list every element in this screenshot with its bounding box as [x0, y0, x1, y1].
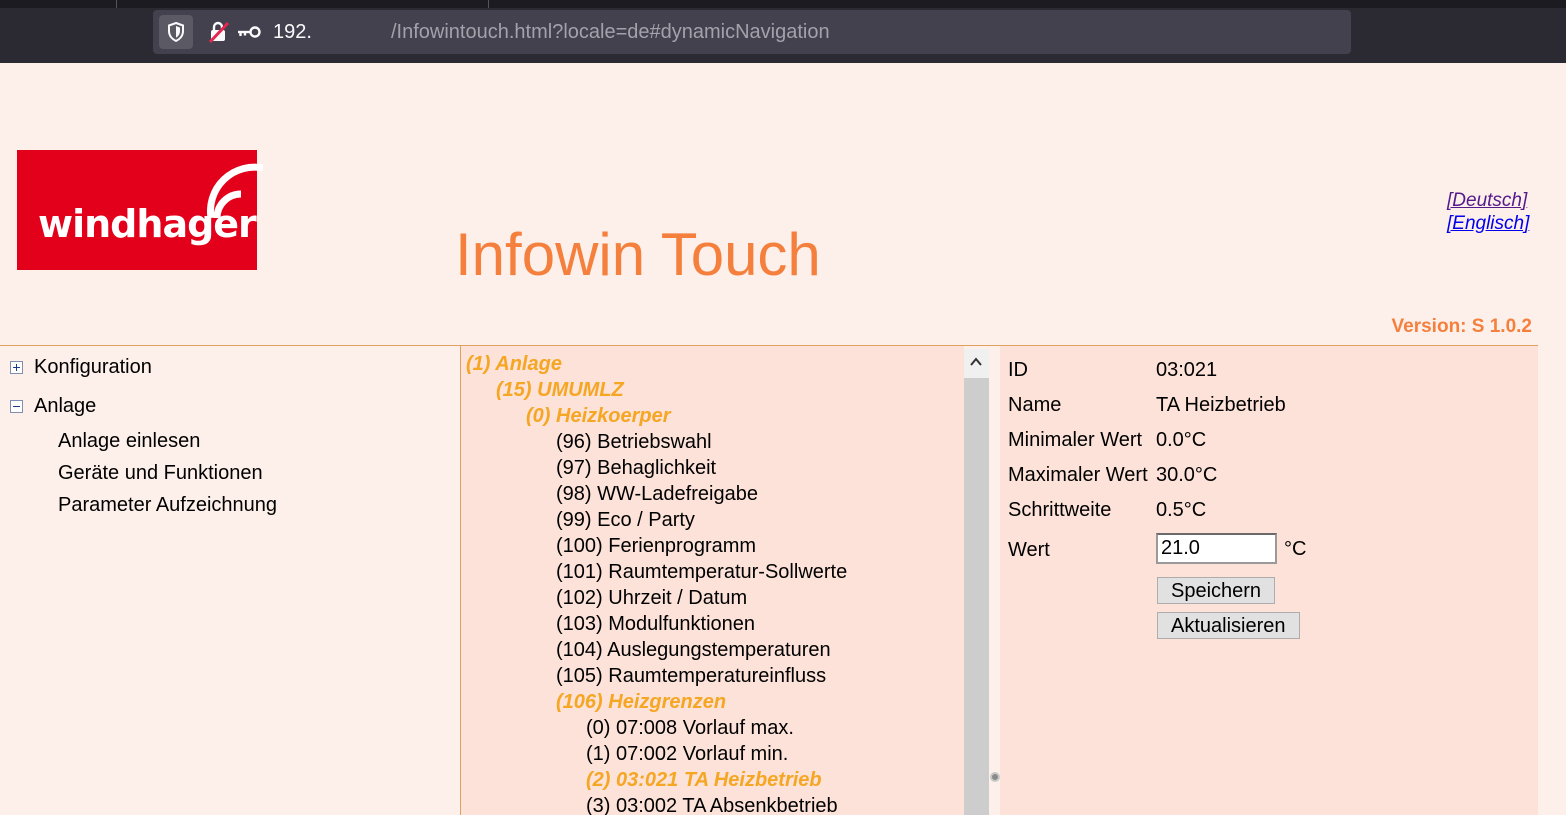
navigation-panel: Konfiguration Anlage Anlage einlesen Ger… — [0, 346, 460, 815]
insecure-lock-icon[interactable] — [208, 21, 230, 43]
max-value: 30.0°C — [1156, 464, 1218, 486]
nav-item-parameter-aufzeichnung[interactable]: Parameter Aufzeichnung — [58, 494, 277, 517]
tree-node[interactable]: (98) WW-Ladefreigabe — [556, 483, 758, 506]
tree-node[interactable]: (104) Auslegungstemperaturen — [556, 639, 831, 662]
tree-node[interactable]: (15) UMUMLZ — [496, 379, 624, 402]
name-label: Name — [1008, 394, 1062, 416]
tree-node[interactable]: (3) 03:002 TA Absenkbetrieb — [586, 795, 838, 815]
url-path[interactable]: /Infowintouch.html?locale=de#dynamicNavi… — [391, 21, 830, 44]
language-link-deutsch[interactable]: [Deutsch] — [1447, 190, 1527, 212]
wert-label: Wert — [1008, 539, 1050, 561]
nav-item-anlage-einlesen[interactable]: Anlage einlesen — [58, 430, 200, 453]
logo-arcs-icon — [207, 163, 263, 219]
app-title: Infowin Touch — [455, 221, 821, 288]
browser-toolbar: 192. /Infowintouch.html?locale=de#dynami… — [0, 0, 1566, 63]
id-label: ID — [1008, 359, 1028, 381]
tree-node[interactable]: (106) Heizgrenzen — [556, 691, 726, 714]
parameter-detail-panel: ID 03:021 Name TA Heizbetrieb Minimaler … — [1000, 346, 1538, 815]
scroll-up-icon[interactable] — [969, 355, 983, 369]
key-icon[interactable] — [237, 23, 261, 41]
url-host[interactable]: 192. — [273, 21, 312, 44]
panel-resize-handle[interactable] — [990, 772, 1000, 782]
tree-node[interactable]: (97) Behaglichkeit — [556, 457, 716, 480]
nav-item-label: Anlage — [34, 395, 97, 417]
tree-node[interactable]: (1) 07:002 Vorlauf min. — [586, 743, 788, 766]
name-value: TA Heizbetrieb — [1156, 394, 1286, 416]
tree-node[interactable]: (102) Uhrzeit / Datum — [556, 587, 747, 610]
min-value: 0.0°C — [1156, 429, 1207, 451]
tree-node[interactable]: (96) Betriebswahl — [556, 431, 712, 454]
refresh-button[interactable]: Aktualisieren — [1157, 612, 1300, 639]
parameter-tree: (1) Anlage (15) UMUMLZ (0) Heizkoerper (96)… — [460, 346, 964, 815]
url-redaction — [311, 18, 391, 46]
nav-item-konfiguration[interactable]: Konfiguration — [10, 356, 152, 379]
shield-icon[interactable] — [159, 15, 193, 49]
save-button[interactable]: Speichern — [1157, 577, 1276, 604]
tree-node[interactable]: (105) Raumtemperatureinfluss — [556, 665, 826, 688]
tree-scrollbar[interactable] — [964, 349, 989, 815]
tree-node[interactable]: (100) Ferienprogramm — [556, 535, 756, 558]
version-label: Version: S 1.0.2 — [1391, 316, 1532, 337]
nav-item-label: Konfiguration — [34, 356, 152, 378]
tab-divider — [488, 0, 489, 8]
min-value-label: Minimaler Wert — [1008, 429, 1143, 451]
nav-item-anlage[interactable]: Anlage — [10, 395, 96, 418]
tree-node[interactable]: (0) Heizkoerper — [526, 405, 671, 428]
step-value: 0.5°C — [1156, 499, 1207, 521]
tree-node[interactable]: (2) 03:021 TA Heizbetrieb — [586, 769, 822, 792]
scrollbar-thumb[interactable] — [964, 378, 989, 815]
language-link-englisch[interactable]: [Englisch] — [1447, 213, 1529, 235]
tab-strip — [0, 0, 1566, 8]
nav-item-geraete-und-funktionen[interactable]: Geräte und Funktionen — [58, 462, 263, 485]
max-value-label: Maximaler Wert — [1008, 464, 1148, 486]
wert-input[interactable] — [1156, 533, 1277, 564]
collapse-minus-icon[interactable] — [10, 400, 23, 413]
wert-unit: °C — [1284, 538, 1307, 560]
tree-node[interactable]: (103) Modulfunktionen — [556, 613, 755, 636]
tree-node[interactable]: (101) Raumtemperatur-Sollwerte — [556, 561, 847, 584]
tree-node[interactable]: (1) Anlage — [466, 353, 562, 376]
tree-node[interactable]: (0) 07:008 Vorlauf max. — [586, 717, 794, 740]
tab-divider — [116, 0, 117, 8]
step-label: Schrittweite — [1008, 499, 1112, 521]
expand-plus-icon[interactable] — [10, 361, 23, 374]
tree-node[interactable]: (99) Eco / Party — [556, 509, 695, 532]
windhager-logo: windhager — [17, 150, 263, 270]
address-bar[interactable]: 192. /Infowintouch.html?locale=de#dynami… — [153, 10, 1351, 54]
id-value: 03:021 — [1156, 359, 1218, 381]
